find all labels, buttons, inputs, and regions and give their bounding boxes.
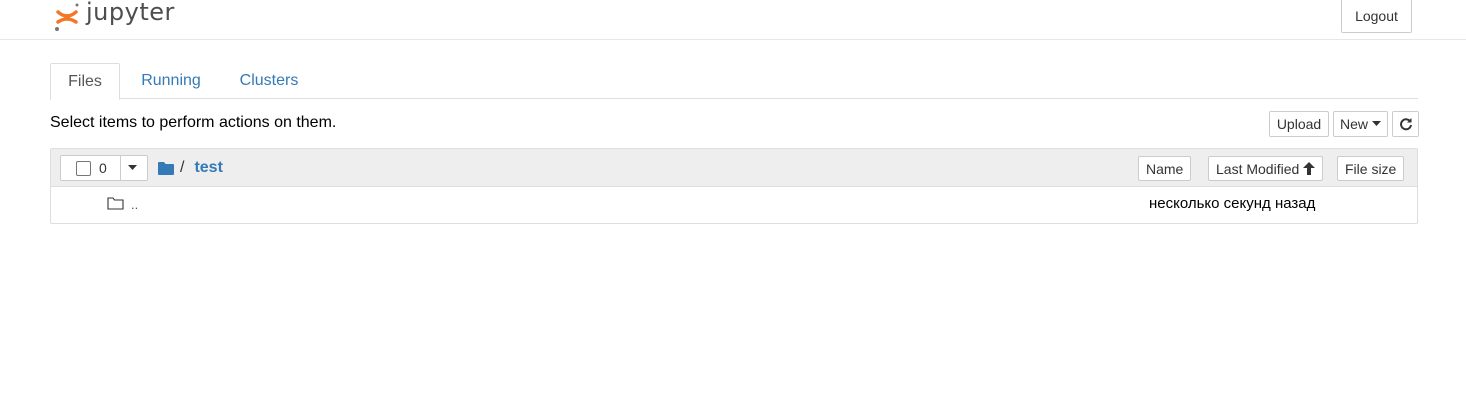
- sort-last-modified-label: Last Modified: [1216, 160, 1300, 177]
- breadcrumb-separator: /: [180, 159, 185, 176]
- upload-button[interactable]: Upload: [1269, 111, 1329, 137]
- tab-files[interactable]: Files: [50, 63, 120, 100]
- caret-down-icon: [1372, 121, 1381, 126]
- logout-button[interactable]: Logout: [1341, 0, 1412, 33]
- list-item[interactable]: .. несколько секунд назад: [51, 187, 1417, 223]
- jupyter-logo-icon: [52, 0, 82, 32]
- tab-clusters[interactable]: Clusters: [228, 63, 310, 99]
- breadcrumb: / test: [158, 158, 223, 178]
- select-all-group: 0: [60, 155, 148, 181]
- list-item-modified: несколько секунд назад: [1149, 195, 1316, 212]
- tab-bar: Files Running Clusters: [50, 63, 1418, 100]
- tab-running[interactable]: Running: [128, 63, 214, 99]
- selected-count: 0: [99, 160, 107, 176]
- header-bar: jupyter Logout: [0, 0, 1466, 40]
- sort-by-last-modified-button[interactable]: Last Modified: [1208, 156, 1324, 181]
- arrow-up-icon: [1303, 162, 1316, 175]
- list-item-name[interactable]: ..: [131, 197, 138, 212]
- select-all-checkbox[interactable]: [76, 161, 91, 176]
- jupyter-logo[interactable]: jupyter: [52, 0, 175, 32]
- folder-icon: [107, 197, 124, 210]
- file-list-header: 0 / test Name Last Modified File size: [51, 149, 1417, 187]
- refresh-button[interactable]: [1392, 111, 1419, 137]
- breadcrumb-current-dir[interactable]: test: [194, 159, 222, 177]
- refresh-icon: [1399, 118, 1412, 131]
- select-dropdown-caret-icon[interactable]: [128, 165, 137, 171]
- folder-icon[interactable]: [158, 161, 174, 175]
- logo-text: jupyter: [86, 0, 175, 26]
- selection-hint: Select items to perform actions on them.: [50, 114, 337, 131]
- select-group-divider: [120, 156, 121, 180]
- new-dropdown-button[interactable]: New: [1333, 111, 1388, 137]
- file-list-panel: 0 / test Name Last Modified File size ..: [50, 148, 1418, 224]
- sort-by-name-button[interactable]: Name: [1138, 156, 1192, 181]
- sort-by-file-size-button[interactable]: File size: [1337, 156, 1405, 181]
- new-label: New: [1339, 116, 1368, 132]
